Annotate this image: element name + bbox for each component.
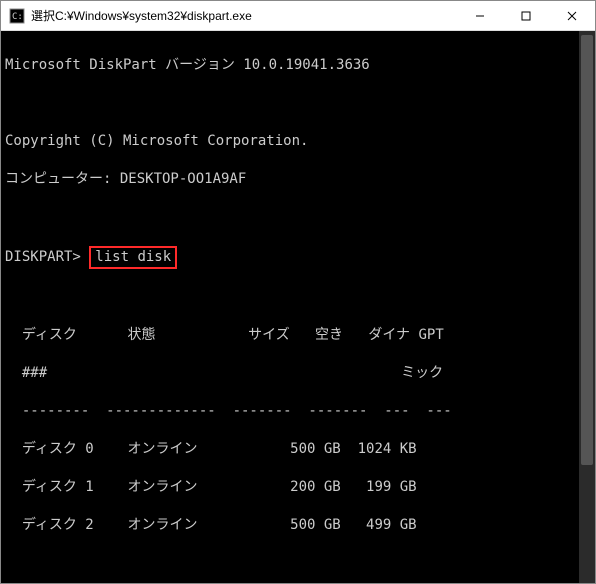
- disk-row-1: ディスク 1 オンライン 200 GB 199 GB: [5, 478, 595, 497]
- minimize-button[interactable]: [457, 1, 503, 31]
- close-button[interactable]: [549, 1, 595, 31]
- disk-row-0: ディスク 0 オンライン 500 GB 1024 KB: [5, 440, 595, 459]
- console[interactable]: Microsoft DiskPart バージョン 10.0.19041.3636…: [1, 31, 595, 583]
- blank: [5, 94, 595, 113]
- window: C: 選択C:¥Windows¥system32¥diskpart.exe Mi…: [0, 0, 596, 584]
- cmd-icon: C:: [9, 8, 25, 24]
- prompt: DISKPART>: [5, 249, 81, 265]
- titlebar[interactable]: C: 選択C:¥Windows¥system32¥diskpart.exe: [1, 1, 595, 31]
- copyright-line: Copyright (C) Microsoft Corporation.: [5, 132, 595, 151]
- maximize-button[interactable]: [503, 1, 549, 31]
- disk-row-2: ディスク 2 オンライン 500 GB 499 GB: [5, 516, 595, 535]
- window-buttons: [457, 1, 595, 31]
- computer-line: コンピューター: DESKTOP-OO1A9AF: [5, 170, 595, 189]
- window-title: 選択C:¥Windows¥system32¥diskpart.exe: [31, 7, 457, 24]
- prompt-line-1: DISKPART> list disk: [5, 246, 595, 269]
- blank: [5, 288, 595, 307]
- disk-header-2: ### ミック: [5, 364, 595, 383]
- scrollbar[interactable]: [579, 31, 595, 583]
- disk-header-sep: -------- ------------- ------- ------- -…: [5, 402, 595, 421]
- blank: [5, 554, 595, 573]
- cmd-list-disk: list disk: [89, 246, 177, 269]
- svg-text:C:: C:: [12, 12, 23, 22]
- scrollbar-thumb[interactable]: [581, 35, 593, 465]
- version-line: Microsoft DiskPart バージョン 10.0.19041.3636: [5, 56, 595, 75]
- disk-header-1: ディスク 状態 サイズ 空き ダイナ GPT: [5, 326, 595, 345]
- blank: [5, 208, 595, 227]
